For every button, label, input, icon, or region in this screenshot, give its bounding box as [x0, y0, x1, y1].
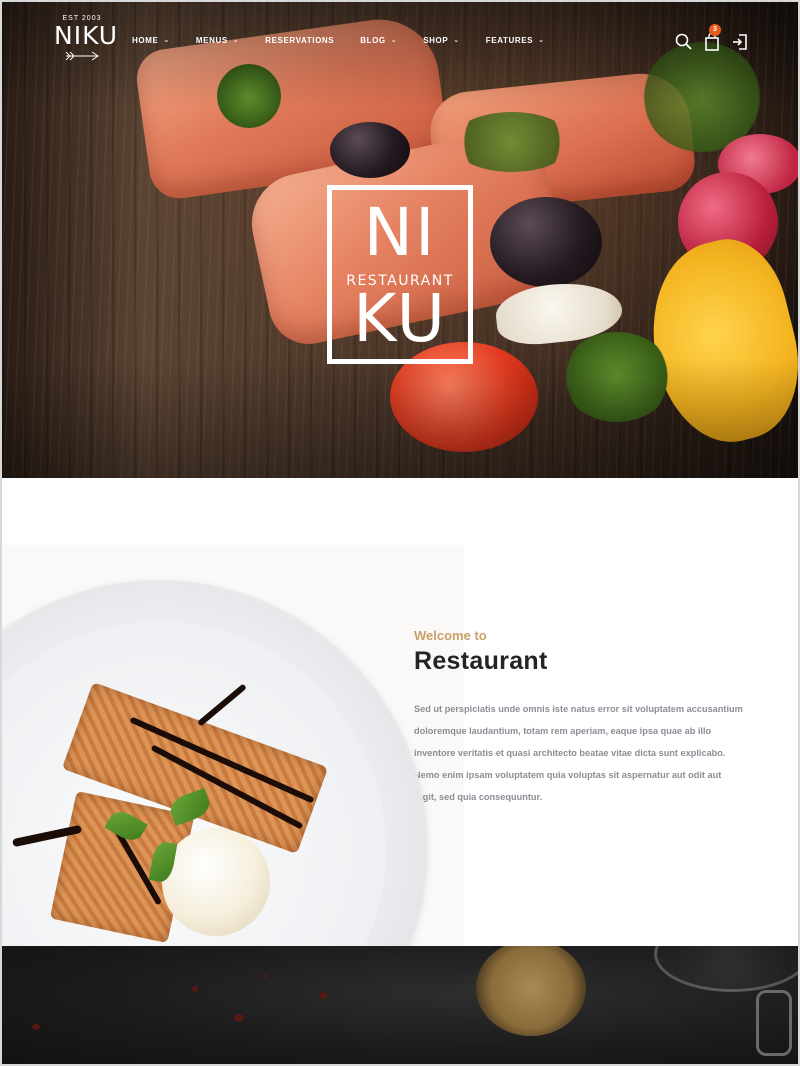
- nav-label: MENUS: [195, 36, 228, 45]
- chevron-down-icon: ⌄: [232, 36, 240, 44]
- emblem-bottom-text: KU: [353, 280, 447, 357]
- chevron-down-icon: ⌄: [163, 36, 170, 44]
- emblem-top-text: NI: [363, 194, 437, 271]
- sauce-drop: [32, 1024, 40, 1030]
- nav-label: RESERVATIONS: [265, 36, 335, 45]
- nav-shop[interactable]: SHOP ⌄: [423, 36, 460, 45]
- welcome-kicker: Welcome to: [414, 628, 487, 643]
- shopping-bag-icon: [702, 32, 722, 56]
- page-frame: EST 2003 NIKU HOME ⌄ MENUS ⌄ RESERVATION…: [2, 2, 798, 1064]
- search-icon[interactable]: [674, 32, 694, 52]
- sauce-drop: [264, 974, 268, 978]
- nav-label: FEATURES: [485, 36, 534, 45]
- cart-button[interactable]: 3: [702, 24, 722, 52]
- arrow-icon: [54, 49, 110, 61]
- nav-blog[interactable]: BLOG ⌄: [360, 36, 397, 45]
- chevron-down-icon: ⌄: [538, 36, 545, 44]
- sauce-drop: [234, 1014, 244, 1022]
- chevron-down-icon: ⌄: [390, 36, 398, 44]
- nav-label: HOME: [132, 36, 159, 45]
- welcome-text-block: Welcome to Restaurant Sed ut perspiciati…: [414, 628, 744, 808]
- header-actions: 3: [674, 24, 750, 52]
- site-header: EST 2003 NIKU HOME ⌄ MENUS ⌄ RESERVATION…: [2, 2, 798, 82]
- nav-reservations[interactable]: RESERVATIONS: [265, 36, 334, 45]
- nav-home[interactable]: HOME ⌄: [132, 36, 170, 45]
- chevron-down-icon: ⌄: [453, 36, 460, 44]
- logo-name: NIKU: [54, 21, 119, 50]
- glass-jar-image: [654, 946, 798, 992]
- nav-menus[interactable]: MENUS ⌄: [196, 36, 239, 45]
- nav-features[interactable]: FEATURES ⌄: [486, 36, 545, 45]
- sign-in-icon[interactable]: [730, 32, 750, 52]
- sauce-drop: [320, 992, 327, 999]
- welcome-body: Sed ut perspiciatis unde omnis iste natu…: [414, 704, 743, 802]
- main-navigation: HOME ⌄ MENUS ⌄ RESERVATIONS BLOG ⌄ SHOP …: [132, 36, 571, 45]
- spice-jar-image: [476, 946, 586, 1036]
- hero-banner: EST 2003 NIKU HOME ⌄ MENUS ⌄ RESERVATION…: [2, 2, 798, 478]
- jar-clasp-image: [756, 990, 792, 1056]
- cart-count-badge: 3: [709, 24, 721, 36]
- nav-label: BLOG: [360, 36, 386, 45]
- site-logo[interactable]: EST 2003 NIKU: [54, 14, 119, 70]
- hero-logo-emblem: NI RESTAURANT KU: [327, 185, 473, 364]
- welcome-title: Restaurant: [414, 647, 548, 675]
- nav-label: SHOP: [423, 36, 449, 45]
- ice-cream-scoop: [162, 828, 270, 936]
- dark-food-banner: [2, 946, 798, 1064]
- sauce-drop: [192, 986, 198, 992]
